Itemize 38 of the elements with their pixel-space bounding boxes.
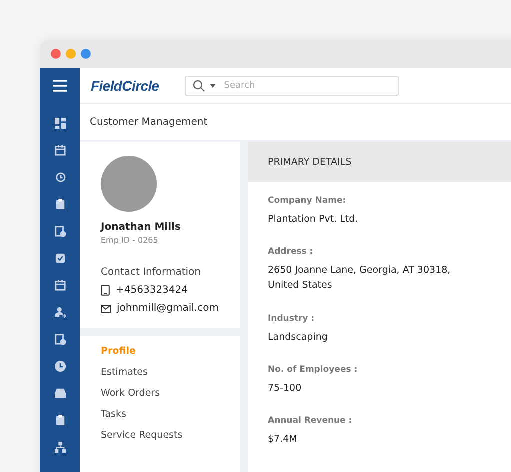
field-value: 75-100 [268, 382, 303, 396]
phone-icon [101, 285, 110, 296]
calendar-icon[interactable] [54, 280, 66, 291]
field-label: Address : [268, 247, 314, 258]
contact-heading: Contact Information [101, 267, 202, 278]
field-label: No. of Employees : [268, 364, 359, 375]
profile-menu-item[interactable]: Work Orders [101, 388, 240, 399]
tray-icon[interactable] [54, 388, 66, 399]
phone-number: +4563323424 [116, 285, 188, 296]
employee-id: Emp ID - 0265 [101, 236, 160, 245]
search-field[interactable]: Search [185, 76, 400, 96]
history-icon[interactable] [54, 172, 66, 183]
mail-icon [101, 304, 111, 312]
section-header: PRIMARY DETAILS [248, 142, 511, 182]
clock-icon[interactable] [54, 361, 66, 372]
field-label: Industry : [268, 314, 316, 324]
field-value: $7.4M [268, 432, 298, 447]
page-title: Customer Management [90, 116, 208, 128]
field-label: Company Name: [268, 196, 348, 206]
person-name: Jonathan Mills [101, 222, 182, 233]
email-address: johnmill@gmail.com [117, 303, 219, 314]
calendar-icon[interactable] [54, 145, 66, 156]
user-arrow-icon[interactable] [54, 307, 66, 318]
field-value: Landscaping [268, 330, 329, 345]
brand-logo[interactable]: FieldCircle [91, 78, 160, 94]
dashboard-icon[interactable] [54, 118, 66, 129]
checkbox-icon[interactable] [54, 253, 66, 264]
field-label: Annual Revenue : [268, 416, 354, 426]
profile-menu-item[interactable]: Estimates [101, 367, 240, 378]
profile-menu-item[interactable]: Service Requests [101, 430, 240, 441]
profile-menu-item[interactable]: Tasks [101, 409, 240, 420]
maximize-dot-icon [81, 49, 91, 59]
clipboard-icon[interactable] [54, 199, 66, 210]
field-value: 2650 Joanne Lane, Georgia, AT 30318, United States [268, 264, 452, 294]
close-dot-icon [51, 49, 61, 59]
minimize-dot-icon [66, 49, 76, 59]
hierarchy-icon[interactable] [54, 442, 66, 453]
field-value: Plantation Pvt. Ltd. [268, 213, 360, 227]
